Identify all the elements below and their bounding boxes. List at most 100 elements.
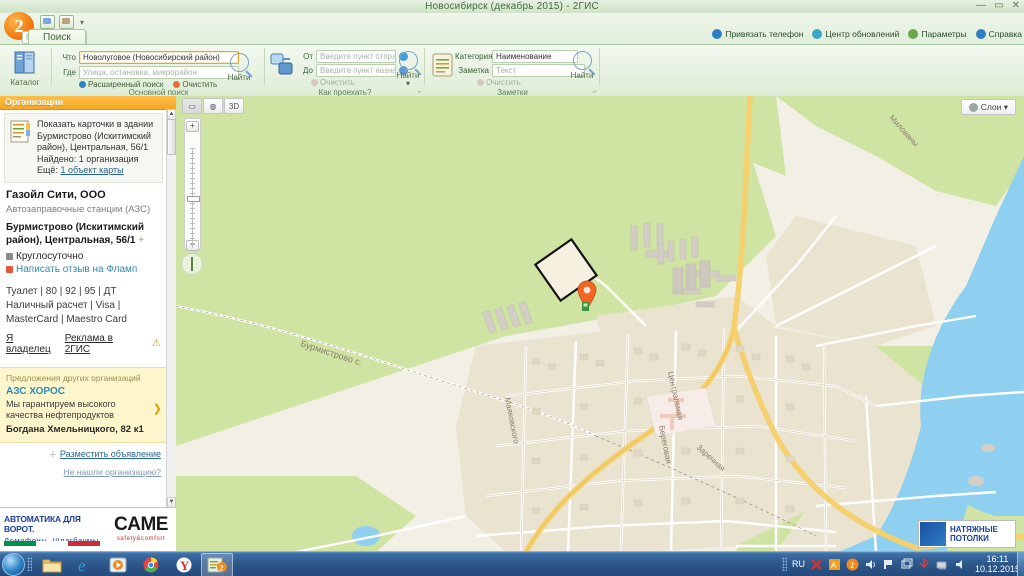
ribbon-body: Каталог Что Новолуговое (Новосибирский р… [0, 44, 1024, 97]
window-title: Новосибирск (декабрь 2015) - 2ГИС [425, 1, 599, 12]
advertise-link[interactable]: Реклама в 2ГИС [65, 333, 137, 355]
zoom-slider[interactable]: + − [184, 118, 201, 251]
dialog-launcher-route[interactable]: ⌐ [418, 89, 422, 96]
2gis-tray-icon[interactable]: 2 [846, 558, 859, 571]
clear-notes-link[interactable]: Очистить [477, 78, 521, 87]
ribbon-group-main-search: Что Новолуговое (Новосибирский район) Гд… [52, 45, 265, 97]
link-label: Центр обновлений [825, 29, 900, 39]
antivirus-icon[interactable] [810, 558, 823, 571]
find-button-route[interactable]: Найти ▾ [391, 51, 425, 88]
review-link[interactable]: Написать отзыв на Фламп [16, 264, 137, 275]
scroll-thumb[interactable] [167, 119, 176, 155]
zoom-in-button[interactable]: + [186, 121, 199, 132]
banner-text-block: АВТОМАТИКА ДЛЯ ВОРОТ. Домофоны. Шлагбаум… [0, 508, 106, 552]
map-view-satellite-button[interactable]: ◍ [203, 98, 223, 114]
advertisement-block[interactable]: Предложения других организаций АЗС ХОРОС… [0, 366, 167, 443]
field-label-note: Заметка [458, 66, 489, 75]
map-ad-line-1: НАТЯЖНЫЕ [950, 525, 998, 534]
where-input[interactable]: Улица, остановка, микрорайон [79, 66, 239, 79]
qat-print-icon[interactable] [59, 15, 74, 29]
building-card-icon [10, 119, 32, 145]
sidebar-banner[interactable]: АВТОМАТИКА ДЛЯ ВОРОТ. Домофоны. Шлагбаум… [0, 507, 177, 552]
start-button-icon[interactable] [2, 553, 25, 576]
phone-icon [712, 29, 723, 39]
sidebar-scrollbar[interactable]: ▲ ▼ [166, 109, 176, 508]
catalog-button[interactable]: Каталог [10, 50, 40, 87]
from-input[interactable]: Введите пункт отправления [316, 50, 396, 63]
chevron-down-icon[interactable]: ▾ [391, 80, 425, 88]
i-am-owner-link[interactable]: Я владелец [6, 333, 58, 355]
windows-explorer-tray-icon[interactable] [900, 558, 913, 571]
map-ad-text: НАТЯЖНЫЕ ПОТОЛКИ [947, 525, 1015, 543]
organization-review[interactable]: Написать отзыв на Фламп [6, 264, 161, 275]
address-expand-icon[interactable]: + [138, 235, 144, 246]
chevron-right-icon[interactable]: ❯ [153, 402, 162, 415]
language-indicator[interactable]: RU [792, 559, 805, 569]
bluetooth-icon[interactable] [918, 558, 931, 571]
svg-text:e: e [78, 556, 86, 574]
not-found-org-link[interactable]: Не нашли организацию? [64, 467, 161, 477]
route-icon[interactable] [270, 53, 296, 79]
to-input[interactable]: Введите пункт назначения [316, 64, 396, 77]
clear-route-link[interactable]: Очистить [311, 78, 355, 87]
card-line-3: район), Центральная, 56/1 [37, 142, 149, 152]
ad-organization-name[interactable]: АЗС ХОРОС [6, 386, 161, 397]
find-button-main[interactable]: Найти [222, 53, 256, 82]
show-desktop-button[interactable] [1017, 552, 1024, 576]
map-label-burmistrovo: Бурмистрово с. [299, 338, 363, 367]
close-button[interactable]: ✕ [1012, 0, 1020, 12]
network-icon[interactable] [936, 558, 949, 571]
link-bind-phone[interactable]: Привязать телефон [712, 29, 803, 39]
card-more-link[interactable]: 1 объект карты [60, 165, 123, 175]
speaker-icon[interactable] [954, 558, 967, 571]
not-found-org-row: Не нашли организацию? [0, 460, 167, 478]
link-help[interactable]: Справка [975, 29, 1022, 39]
map-canvas[interactable]: Бурмистрово с. Маяковского Центральная Б… [176, 96, 1024, 552]
tab-search[interactable]: Поиск [28, 29, 86, 45]
taskbar-item-2gis[interactable]: 2 [201, 553, 233, 576]
taskbar-item-internet-explorer[interactable]: e [69, 553, 101, 576]
notes-icon[interactable] [431, 52, 457, 78]
field-label-what: Что [62, 53, 76, 62]
zoom-thumb[interactable] [187, 196, 200, 202]
compass-icon[interactable] [181, 253, 203, 275]
maximize-button[interactable]: ▭ [994, 0, 1003, 12]
building-card[interactable]: Показать карточки в здании Бурмистрово (… [4, 113, 163, 183]
map-view-3d-button[interactable]: 3D [224, 98, 244, 114]
ad-text-line-2: нефтепродуктов [45, 409, 114, 420]
application-window: Новосибирск (декабрь 2015) - 2ГИС — ▭ ✕ … [0, 0, 1024, 576]
taskbar-item-chrome[interactable] [135, 553, 167, 576]
what-input[interactable]: Новолуговое (Новосибирский район) [79, 51, 239, 64]
banner-brand: CAME [114, 514, 168, 535]
map-labels: Бурмистрово с. Маяковского Центральная Б… [299, 113, 921, 473]
volume-icon[interactable] [864, 558, 877, 571]
place-ad-link[interactable]: Разместить объявление [60, 449, 161, 459]
window-controls: — ▭ ✕ [976, 0, 1020, 12]
flag-tray-icon[interactable] [882, 558, 895, 571]
link-parameters[interactable]: Параметры [908, 29, 967, 39]
dialog-launcher-notes[interactable]: ⌐ [593, 89, 597, 96]
tab-strip: Поиск [28, 29, 86, 45]
clock[interactable]: 16:11 10.12.2015 [972, 554, 1020, 574]
sidebar-header: Организации [0, 96, 176, 110]
map-view-flat-button[interactable]: ▭ [182, 98, 202, 114]
chevron-down-icon[interactable]: ▾ [80, 18, 84, 27]
warning-icon: ⚠ [152, 338, 161, 349]
globe-icon [968, 102, 978, 112]
taskbar-item-yandex[interactable]: Y [168, 553, 200, 576]
taskbar-item-media-player[interactable] [102, 553, 134, 576]
taskbar-item-explorer[interactable] [36, 553, 68, 576]
qat-window-icon[interactable] [40, 15, 55, 29]
gear-icon [908, 29, 919, 39]
link-update-center[interactable]: Центр обновлений [812, 29, 899, 39]
minimize-button[interactable]: — [976, 0, 986, 12]
organization-name: Газойл Сити, ООО [6, 188, 106, 201]
layers-button[interactable]: Слои ▾ [960, 99, 1016, 115]
find-button-notes[interactable]: Найти [565, 51, 599, 80]
zoom-track-area[interactable] [185, 134, 200, 248]
field-label-category: Категория [455, 52, 493, 61]
map-label-milovany: Милованы [888, 113, 921, 148]
building-card-text: Показать карточки в здании Бурмистрово (… [37, 119, 153, 177]
map-advertisement[interactable]: НАТЯЖНЫЕ ПОТОЛКИ [918, 520, 1016, 548]
pdf-reader-icon[interactable]: A [828, 558, 841, 571]
